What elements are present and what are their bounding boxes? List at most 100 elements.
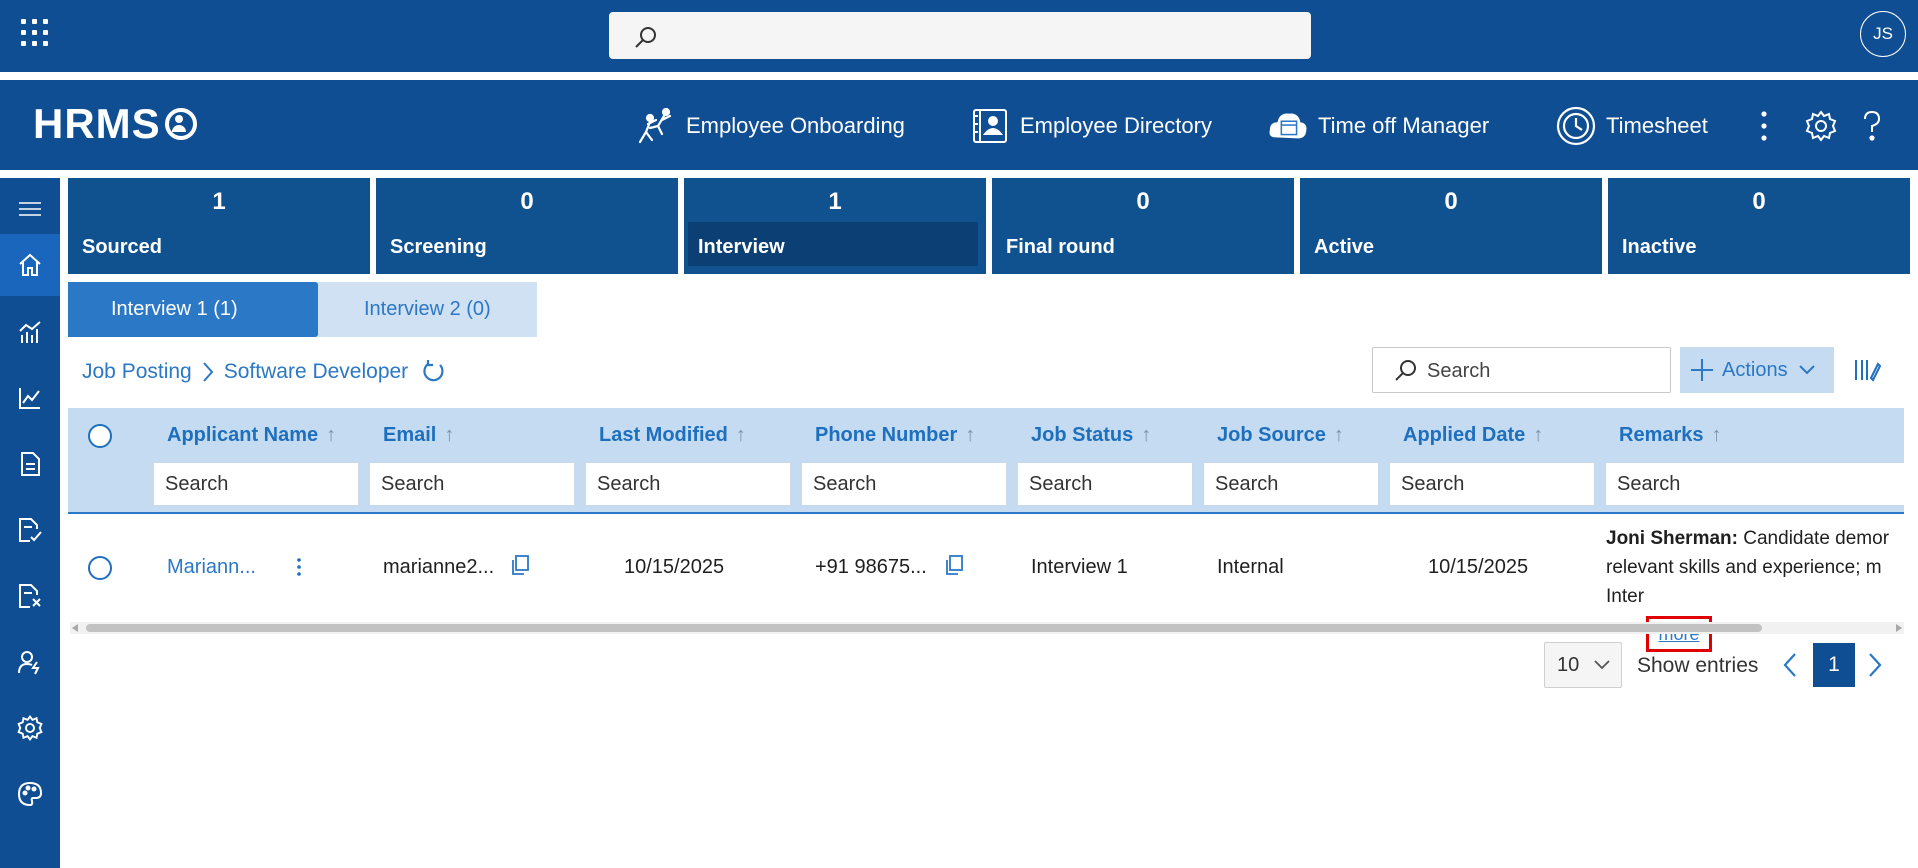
stage-count: 0: [520, 188, 534, 215]
document-cancel-icon[interactable]: [0, 565, 60, 627]
previous-page-icon[interactable]: [1782, 652, 1798, 678]
menu-hamburger-icon[interactable]: [0, 178, 60, 240]
scrollbar-thumb[interactable]: [86, 624, 1762, 632]
actions-button[interactable]: Actions: [1680, 347, 1834, 393]
col-job-source[interactable]: Job Source ↑: [1217, 424, 1344, 447]
person-lightning-icon[interactable]: [0, 631, 60, 693]
logo-person-icon: [164, 108, 197, 140]
subtab-interview-1[interactable]: Interview 1 (1): [68, 282, 318, 337]
line-chart-icon[interactable]: [0, 367, 60, 429]
table-row[interactable]: Mariann... marianne2... 10/15/2025 +91 9…: [68, 516, 1904, 618]
scroll-left-arrow-icon[interactable]: [72, 624, 78, 632]
search-icon: [633, 25, 659, 51]
filter-job-status[interactable]: Search: [1017, 462, 1193, 506]
stage-label: Active: [1314, 236, 1375, 258]
stage-active[interactable]: 0 Active: [1300, 178, 1602, 274]
chevron-down-icon: [1798, 364, 1816, 376]
column-label: Applicant Name: [167, 424, 319, 446]
filter-email[interactable]: Search: [369, 462, 575, 506]
page-size-select[interactable]: 10: [1544, 642, 1622, 688]
document-icon[interactable]: [0, 433, 60, 495]
document-check-icon[interactable]: [0, 499, 60, 561]
plus-icon: [1690, 358, 1714, 382]
remarks-author: Joni Sherman:: [1606, 528, 1738, 549]
grid-search-input[interactable]: Search: [1372, 347, 1671, 393]
stage-inactive[interactable]: 0 Inactive: [1608, 178, 1910, 274]
settings-icon[interactable]: [0, 697, 60, 759]
horizontal-scrollbar[interactable]: [70, 622, 1904, 634]
col-email[interactable]: Email ↑: [383, 424, 454, 447]
palette-icon[interactable]: [0, 763, 60, 825]
nav-timesheet[interactable]: Timesheet: [1556, 106, 1708, 146]
filter-job-source[interactable]: Search: [1203, 462, 1379, 506]
filter-last-modified[interactable]: Search: [585, 462, 791, 506]
filter-applicant-name[interactable]: Search: [153, 462, 359, 506]
app-launcher-icon[interactable]: [21, 19, 49, 47]
filter-applied-date[interactable]: Search: [1389, 462, 1595, 506]
scroll-right-arrow-icon[interactable]: [1896, 624, 1902, 632]
nav-label: Timesheet: [1606, 113, 1708, 138]
more-vertical-icon[interactable]: [1755, 110, 1773, 142]
column-label: Email: [383, 424, 437, 446]
current-page-button[interactable]: 1: [1813, 643, 1855, 687]
home-icon[interactable]: [0, 234, 60, 296]
settings-gear-icon[interactable]: [1805, 110, 1837, 142]
directory-book-icon: [970, 106, 1010, 146]
row-more-vertical-icon[interactable]: [294, 556, 304, 578]
filter-remarks[interactable]: Search: [1605, 462, 1904, 506]
phone-number-cell: +91 98675...: [815, 556, 927, 578]
nav-employee-onboarding[interactable]: Employee Onboarding: [636, 106, 905, 146]
sort-arrow-icon[interactable]: ↑: [444, 424, 454, 446]
page-size-value: 10: [1557, 653, 1580, 676]
col-remarks[interactable]: Remarks ↑: [1619, 424, 1722, 447]
subtab-label: Interview 2 (0): [364, 298, 491, 320]
col-phone-number[interactable]: Phone Number ↑: [815, 424, 975, 447]
global-search-input[interactable]: [609, 12, 1311, 59]
copy-email-icon[interactable]: [510, 554, 530, 576]
stage-screening[interactable]: 0 Screening: [376, 178, 678, 274]
applied-date-cell: 10/15/2025: [1428, 556, 1529, 578]
last-modified-cell: 10/15/2025: [624, 556, 725, 578]
sort-arrow-icon[interactable]: ↑: [1712, 424, 1722, 446]
refresh-icon[interactable]: [420, 359, 446, 385]
sort-arrow-icon[interactable]: ↑: [736, 424, 746, 446]
col-applied-date[interactable]: Applied Date ↑: [1403, 424, 1543, 447]
row-select-radio[interactable]: [88, 556, 112, 580]
remarks-text-line3: Inter: [1606, 586, 1645, 607]
nav-employee-directory[interactable]: Employee Directory: [970, 106, 1212, 146]
sort-arrow-icon[interactable]: ↑: [1141, 424, 1151, 446]
breadcrumb-job-posting[interactable]: Job Posting: [82, 360, 192, 384]
stage-interview[interactable]: 1 Interview: [684, 178, 986, 274]
job-source-cell: Internal: [1217, 556, 1284, 578]
actions-label: Actions: [1722, 358, 1788, 381]
nav-label: Time off Manager: [1318, 113, 1490, 138]
copy-phone-icon[interactable]: [944, 554, 964, 576]
stage-sourced[interactable]: 1 Sourced: [68, 178, 370, 274]
select-all-radio[interactable]: [88, 424, 112, 448]
sort-arrow-icon[interactable]: ↑: [1334, 424, 1344, 446]
next-page-icon[interactable]: [1867, 652, 1883, 678]
sort-arrow-icon[interactable]: ↑: [326, 424, 336, 446]
column-picker-icon[interactable]: [1853, 356, 1881, 384]
sort-arrow-icon[interactable]: ↑: [965, 424, 975, 446]
col-last-modified[interactable]: Last Modified ↑: [599, 424, 746, 447]
stage-label: Screening: [390, 236, 487, 258]
remarks-cell: Joni Sherman: Candidate demor relevant s…: [1606, 524, 1904, 611]
nav-time-off-manager[interactable]: Time off Manager: [1268, 106, 1489, 146]
column-label: Remarks: [1619, 424, 1704, 446]
breadcrumb-current[interactable]: Software Developer: [224, 360, 408, 384]
help-question-icon[interactable]: [1860, 110, 1884, 142]
column-label: Phone Number: [815, 424, 958, 446]
user-avatar[interactable]: JS: [1860, 11, 1906, 57]
subtab-interview-2[interactable]: Interview 2 (0): [286, 282, 537, 337]
col-applicant-name[interactable]: Applicant Name ↑: [167, 424, 336, 447]
chevron-down-icon: [1593, 659, 1611, 671]
col-job-status[interactable]: Job Status ↑: [1031, 424, 1151, 447]
stage-final-round[interactable]: 0 Final round: [992, 178, 1294, 274]
analytics-chart-icon[interactable]: [0, 301, 60, 363]
sort-arrow-icon[interactable]: ↑: [1533, 424, 1543, 446]
applicant-name-link[interactable]: Mariann...: [167, 556, 256, 579]
filter-phone-number[interactable]: Search: [801, 462, 1007, 506]
app-logo[interactable]: HRMS: [33, 100, 197, 148]
nav-label: Employee Directory: [1020, 113, 1212, 138]
